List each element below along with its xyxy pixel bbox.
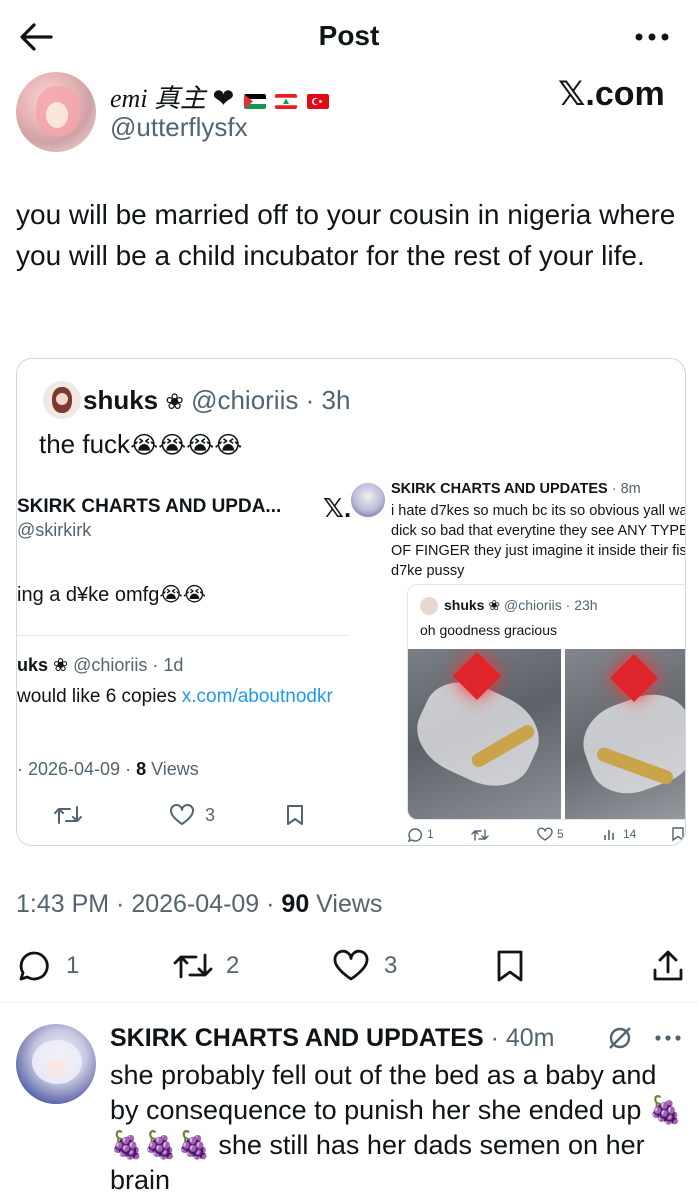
repost-button[interactable]: 2 bbox=[172, 948, 262, 984]
quote-time: · 3h bbox=[305, 385, 351, 415]
left-shot-text: ing a d¥ke omfg😭😭 bbox=[17, 584, 207, 606]
right-shot-text: i hate d7kes so much bc its so obvious y… bbox=[391, 503, 686, 579]
more-button[interactable] bbox=[634, 30, 670, 44]
reply-name[interactable]: SKIRK CHARTS AND UPDATES bbox=[110, 1024, 484, 1052]
repost-count: 2 bbox=[226, 952, 240, 979]
post-timestamp: 1:43 PM · 2026-04-09 · 90 Views bbox=[16, 890, 383, 918]
quote-name[interactable]: shuks bbox=[83, 385, 158, 415]
repost-icon bbox=[173, 953, 213, 979]
inner-avatar bbox=[420, 597, 438, 615]
author-handle[interactable]: @utterflysfx bbox=[110, 112, 248, 143]
inner-header: shuks ❀ @chioriis · 23h bbox=[444, 597, 598, 613]
share-icon bbox=[653, 950, 683, 981]
right-shot-avatar bbox=[351, 483, 385, 517]
x-logo-icon: 𝕏. bbox=[323, 493, 352, 523]
like-count: 3 bbox=[384, 952, 398, 979]
game-image-2 bbox=[565, 649, 685, 819]
reply-icon bbox=[19, 951, 49, 981]
lebanon-flag-icon bbox=[275, 93, 298, 109]
quote-image-left[interactable]: SKIRK CHARTS AND UPDA... 𝕏. @skirkirk in… bbox=[17, 477, 369, 845]
quote-avatar bbox=[43, 381, 81, 419]
reply-count: 1 bbox=[66, 952, 80, 979]
left-shot-likes: 3 bbox=[205, 805, 216, 825]
divider bbox=[17, 635, 349, 636]
reply-button[interactable]: 1 bbox=[16, 948, 96, 984]
grok-icon[interactable] bbox=[606, 1024, 634, 1052]
game-image-1 bbox=[408, 649, 561, 819]
inner-text: oh goodness gracious bbox=[420, 622, 557, 638]
quote-image-right[interactable]: SKIRK CHARTS AND UPDATES · 8m i hate d7k… bbox=[351, 477, 686, 845]
share-button[interactable] bbox=[650, 948, 686, 984]
like-button[interactable]: 3 bbox=[332, 948, 412, 984]
reply-avatar[interactable] bbox=[16, 1024, 96, 1104]
like-icon bbox=[333, 949, 369, 981]
divider bbox=[0, 1002, 698, 1003]
left-shot-reply-header: uks ❀ @chioriis · 1d bbox=[17, 655, 184, 675]
bookmark-icon bbox=[672, 827, 684, 842]
quote-header: shuks ❀ @chioriis · 3h bbox=[83, 385, 351, 415]
reply-header: SKIRK CHARTS AND UPDATES · 40m bbox=[110, 1024, 554, 1053]
page-title: Post bbox=[318, 20, 380, 51]
x-com-watermark: 𝕏.com bbox=[558, 75, 665, 113]
reply-time: · 40m bbox=[490, 1024, 555, 1052]
quote-handle[interactable]: @chioriis bbox=[191, 385, 298, 415]
quote-card[interactable]: shuks ❀ @chioriis · 3h the fuck😭😭😭😭 SKIR… bbox=[16, 358, 686, 846]
right-shot-inner-quote: shuks ❀ @chioriis · 23h oh goodness grac… bbox=[407, 584, 685, 820]
author-name[interactable]: emi 真主 ❤ bbox=[110, 78, 329, 115]
palestine-flag-icon bbox=[243, 93, 266, 109]
left-shot-reply-text: would like 6 copies x.com/aboutnodkr bbox=[17, 686, 333, 707]
repost-icon bbox=[471, 829, 489, 841]
quote-text: the fuck😭😭😭😭 bbox=[39, 429, 243, 459]
bookmark-button[interactable] bbox=[494, 948, 526, 984]
reply-text: she probably fell out of the bed as a ba… bbox=[110, 1060, 683, 1195]
more-icon bbox=[635, 33, 669, 41]
like-icon bbox=[537, 827, 553, 841]
more-icon bbox=[655, 1035, 681, 1041]
author-avatar[interactable] bbox=[16, 72, 96, 152]
reply-more-button[interactable] bbox=[654, 1034, 682, 1042]
reply-icon bbox=[407, 828, 422, 843]
left-shot-meta: · 2026-04-09 · 8 Views bbox=[17, 759, 199, 779]
left-shot-name: SKIRK CHARTS AND UPDA... bbox=[17, 496, 282, 517]
turkey-flag-icon bbox=[306, 93, 329, 109]
like-icon bbox=[170, 804, 194, 825]
right-shot-header: SKIRK CHARTS AND UPDATES · 8m bbox=[391, 481, 641, 497]
post-text: you will be married off to your cousin i… bbox=[16, 199, 676, 271]
views-icon bbox=[604, 830, 614, 840]
bookmark-icon bbox=[497, 950, 523, 982]
bookmark-icon bbox=[287, 805, 303, 825]
left-shot-handle: @skirkirk bbox=[17, 520, 92, 540]
repost-icon bbox=[54, 806, 82, 824]
